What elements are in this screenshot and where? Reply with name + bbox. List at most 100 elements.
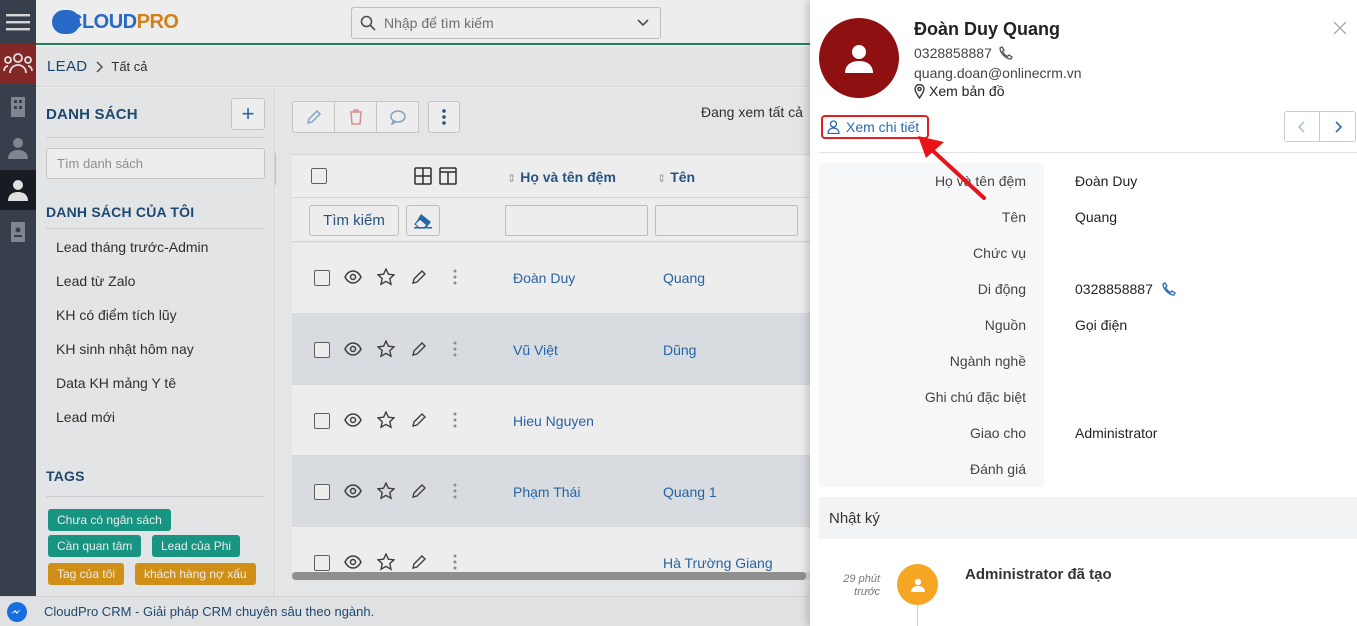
pencil-icon[interactable] [411, 341, 427, 357]
vertical-dots-icon[interactable] [453, 483, 457, 499]
lead-name: Đoàn Duy Quang [914, 19, 1061, 39]
tag-chip[interactable]: Lead của Phi [152, 535, 241, 557]
edit-button[interactable] [292, 101, 335, 133]
eye-icon[interactable] [344, 413, 362, 427]
list-item[interactable]: Lead mới [56, 409, 115, 425]
divider [46, 137, 265, 138]
clear-filter-button[interactable] [406, 205, 440, 236]
comment-button[interactable] [376, 101, 419, 133]
star-icon[interactable] [377, 553, 395, 571]
pencil-icon[interactable] [411, 269, 427, 285]
next-record-button[interactable] [1319, 111, 1356, 142]
map-pin-icon [914, 83, 925, 99]
hamburger-menu-icon[interactable] [0, 2, 36, 42]
first-name-cell[interactable]: Quang 1 [663, 484, 717, 500]
tag-chip[interactable]: Cần quan tâm [48, 535, 142, 557]
table-row[interactable]: Phạm Thái Quang 1 [292, 456, 810, 527]
search-placeholder: Nhập để tìm kiếm [384, 15, 494, 31]
eye-icon[interactable] [344, 484, 362, 498]
column-header-first-name[interactable]: ⇕ Tên [657, 169, 695, 185]
row-checkbox[interactable] [314, 484, 330, 500]
previous-record-button[interactable] [1284, 111, 1320, 142]
table-header: ⇕ Họ và tên đệm ⇕ Tên [292, 154, 810, 198]
view-map-link[interactable]: Xem bản đồ [914, 83, 1005, 99]
users-group-icon[interactable] [0, 44, 36, 84]
first-name-cell[interactable]: Quang [663, 270, 705, 286]
star-icon[interactable] [377, 340, 395, 358]
columns-view-icon[interactable] [439, 167, 457, 185]
tag-chip[interactable]: Tag của tôi [48, 563, 125, 585]
middle-name-cell[interactable]: Vũ Việt [513, 342, 558, 358]
list-item[interactable]: Lead tháng trước-Admin [56, 239, 208, 255]
chevron-right-icon [95, 60, 104, 73]
first-name-cell[interactable]: Dũng [663, 342, 696, 358]
table-row[interactable]: Hieu Nguyen [292, 385, 810, 456]
table-row[interactable]: Đoàn Duy Quang [292, 243, 810, 314]
trash-icon [349, 109, 362, 125]
middle-name-cell[interactable]: Hieu Nguyen [513, 413, 594, 429]
vertical-dots-icon[interactable] [453, 412, 457, 428]
star-icon[interactable] [377, 268, 395, 286]
more-actions-button[interactable] [428, 101, 460, 133]
column-header-middle-name[interactable]: ⇕ Họ và tên đệm [507, 169, 616, 185]
pencil-icon[interactable] [411, 412, 427, 428]
list-item[interactable]: KH có điểm tích lũy [56, 307, 177, 323]
lead-person-icon[interactable] [0, 170, 36, 210]
contact-icon[interactable] [0, 128, 36, 168]
lead-email[interactable]: quang.doan@onlinecrm.vn [914, 65, 1082, 81]
vertical-dots-icon[interactable] [453, 341, 457, 357]
scrollbar-thumb[interactable] [292, 572, 806, 580]
list-search-input[interactable]: Tìm danh sách [46, 148, 265, 179]
field-value: Quang [1075, 209, 1118, 225]
star-icon[interactable] [377, 482, 395, 500]
delete-button[interactable] [334, 101, 377, 133]
view-details-button[interactable]: Xem chi tiết [821, 115, 929, 139]
breadcrumb-module[interactable]: LEAD [47, 58, 87, 75]
table-row[interactable]: Vũ Việt Dũng [292, 314, 810, 385]
search-button[interactable]: Tìm kiếm [309, 205, 399, 236]
list-item[interactable]: Lead từ Zalo [56, 273, 135, 289]
middle-name-cell[interactable]: Phạm Thái [513, 484, 580, 500]
logo-text-accent: PRO [136, 10, 179, 33]
activity-log-header: Nhật ký [819, 497, 1357, 539]
top-header: CLOUDPRO Nhập để tìm kiếm [36, 0, 810, 45]
list-item[interactable]: Data KH mảng Y tê [56, 375, 176, 391]
phone-text: 0328858887 [914, 45, 992, 61]
tag-chip[interactable]: Chưa có ngân sách [48, 509, 171, 531]
table-row[interactable]: Hà Trường Giang [292, 527, 810, 572]
horizontal-scrollbar[interactable] [292, 572, 810, 580]
column-header-label: Tên [670, 169, 696, 185]
pencil-icon[interactable] [411, 554, 427, 570]
middle-name-cell[interactable]: Đoàn Duy [513, 270, 575, 286]
pencil-icon[interactable] [411, 483, 427, 499]
eye-icon[interactable] [344, 342, 362, 356]
row-checkbox[interactable] [314, 270, 330, 286]
close-icon[interactable] [1333, 21, 1347, 35]
row-checkbox[interactable] [314, 555, 330, 571]
middle-name-filter-input[interactable] [505, 205, 648, 236]
add-list-button[interactable]: + [231, 98, 265, 130]
row-checkbox[interactable] [314, 413, 330, 429]
vertical-dots-icon[interactable] [453, 554, 457, 570]
select-all-checkbox[interactable] [311, 168, 327, 184]
star-icon[interactable] [377, 411, 395, 429]
messenger-icon[interactable] [7, 601, 27, 622]
eye-icon[interactable] [344, 555, 362, 569]
global-search-input[interactable]: Nhập để tìm kiếm [351, 7, 661, 39]
phone-icon[interactable] [999, 46, 1013, 60]
list-sidebar: DANH SÁCH + Tìm danh sách DANH SÁCH CỦA … [36, 88, 275, 596]
eye-icon[interactable] [344, 270, 362, 284]
first-name-cell[interactable]: Hà Trường Giang [663, 555, 773, 571]
vertical-dots-icon[interactable] [453, 269, 457, 285]
document-person-icon[interactable] [0, 212, 36, 252]
building-icon[interactable] [0, 86, 36, 126]
first-name-filter-input[interactable] [655, 205, 798, 236]
chevron-down-icon[interactable] [636, 18, 650, 28]
row-checkbox[interactable] [314, 342, 330, 358]
tag-chip[interactable]: khách hàng nợ xấu [135, 563, 256, 585]
cloudpro-logo[interactable]: CLOUDPRO [52, 7, 179, 37]
list-item[interactable]: KH sinh nhật hôm nay [56, 341, 194, 357]
grid-view-icon[interactable] [414, 167, 432, 185]
phone-icon[interactable] [1162, 282, 1176, 296]
log-avatar [897, 564, 938, 605]
